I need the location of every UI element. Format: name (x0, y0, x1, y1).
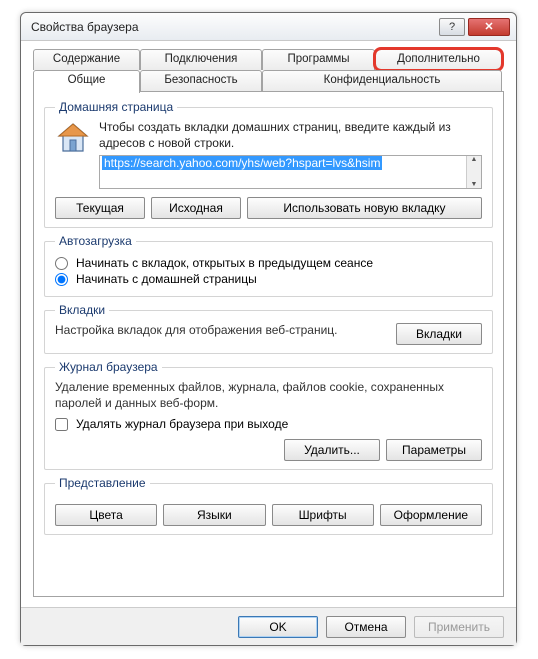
cancel-button[interactable]: Отмена (326, 616, 406, 638)
dialog-body: Содержание Подключения Программы Дополни… (21, 41, 516, 607)
tab-panel-general: Домашняя страница Чтобы создать вкладки … (33, 91, 504, 597)
tab-security[interactable]: Безопасность (140, 70, 262, 91)
tab-general[interactable]: Общие (33, 70, 140, 93)
tab-strip: Содержание Подключения Программы Дополни… (33, 49, 504, 91)
scrollbar[interactable]: ▲▼ (466, 156, 481, 188)
delete-on-exit-input[interactable] (55, 418, 68, 431)
group-homepage-legend: Домашняя страница (55, 100, 177, 114)
languages-button[interactable]: Языки (163, 504, 265, 526)
close-button[interactable]: ✕ (468, 18, 510, 36)
homepage-textarea[interactable]: https://search.yahoo.com/yhs/web?hspart=… (99, 155, 482, 189)
home-icon (55, 120, 91, 156)
radio-start-tabs-label: Начинать с вкладок, открытых в предыдуще… (76, 256, 373, 270)
delete-history-button[interactable]: Удалить... (284, 439, 380, 461)
group-homepage: Домашняя страница Чтобы создать вкладки … (44, 100, 493, 228)
dialog-window: Свойства браузера ? ✕ Содержание Подключ… (20, 12, 517, 646)
history-desc: Удаление временных файлов, журнала, файл… (55, 380, 482, 411)
apply-button[interactable]: Применить (414, 616, 504, 638)
tabs-settings-button[interactable]: Вкладки (396, 323, 482, 345)
accessibility-button[interactable]: Оформление (380, 504, 482, 526)
radio-start-tabs[interactable]: Начинать с вкладок, открытых в предыдуще… (55, 256, 482, 270)
tab-content[interactable]: Содержание (33, 49, 140, 70)
tab-row-bottom: Общие Безопасность Конфиденциальность (33, 70, 502, 93)
help-button[interactable]: ? (439, 18, 465, 36)
use-newtab-button[interactable]: Использовать новую вкладку (247, 197, 482, 219)
fonts-button[interactable]: Шрифты (272, 504, 374, 526)
group-history: Журнал браузера Удаление временных файло… (44, 360, 493, 470)
dialog-footer: OK Отмена Применить (21, 607, 516, 645)
window-title: Свойства браузера (31, 20, 436, 34)
tab-privacy[interactable]: Конфиденциальность (262, 70, 502, 91)
radio-start-home-input[interactable] (55, 273, 68, 286)
ok-button[interactable]: OK (238, 616, 318, 638)
delete-on-exit-label: Удалять журнал браузера при выходе (76, 417, 288, 431)
tab-advanced[interactable]: Дополнительно (375, 49, 502, 70)
titlebar: Свойства браузера ? ✕ (21, 13, 516, 41)
group-appearance: Представление Цвета Языки Шрифты Оформле… (44, 476, 493, 535)
tabs-desc: Настройка вкладок для отображения веб-ст… (55, 323, 384, 339)
colors-button[interactable]: Цвета (55, 504, 157, 526)
history-settings-button[interactable]: Параметры (386, 439, 482, 461)
tab-row-top: Содержание Подключения Программы Дополни… (33, 49, 502, 70)
group-startup: Автозагрузка Начинать с вкладок, открыты… (44, 234, 493, 297)
group-history-legend: Журнал браузера (55, 360, 162, 374)
radio-start-home[interactable]: Начинать с домашней страницы (55, 272, 482, 286)
group-tabs-legend: Вкладки (55, 303, 109, 317)
homepage-url-value: https://search.yahoo.com/yhs/web?hspart=… (102, 156, 382, 170)
group-tabs: Вкладки Настройка вкладок для отображени… (44, 303, 493, 354)
delete-on-exit-checkbox[interactable]: Удалять журнал браузера при выходе (55, 417, 482, 431)
tab-connections[interactable]: Подключения (140, 49, 262, 70)
tab-programs[interactable]: Программы (262, 49, 375, 70)
homepage-desc: Чтобы создать вкладки домашних страниц, … (99, 120, 482, 151)
radio-start-tabs-input[interactable] (55, 257, 68, 270)
group-startup-legend: Автозагрузка (55, 234, 136, 248)
group-appearance-legend: Представление (55, 476, 150, 490)
radio-start-home-label: Начинать с домашней страницы (76, 272, 257, 286)
use-current-button[interactable]: Текущая (55, 197, 145, 219)
use-default-button[interactable]: Исходная (151, 197, 241, 219)
